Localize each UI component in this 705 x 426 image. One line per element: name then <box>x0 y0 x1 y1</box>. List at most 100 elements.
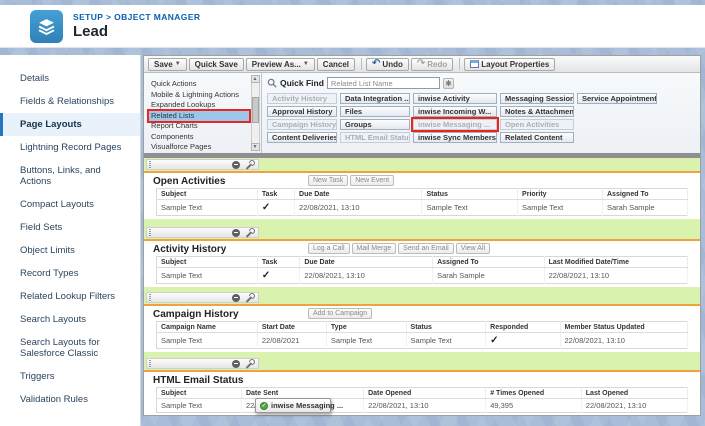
remove-related-list-icon[interactable] <box>232 229 240 237</box>
sidebar-item-field-sets[interactable]: Field Sets <box>0 216 140 239</box>
column-header: Task <box>257 189 294 200</box>
drag-ghost[interactable]: ✓ inwise Messaging ... <box>255 398 331 413</box>
scrollbar-thumb[interactable] <box>252 97 259 123</box>
palette-item-content-deliveries[interactable]: Content Deliveries <box>267 132 337 143</box>
save-button[interactable]: Save▼ <box>148 58 187 71</box>
related-list-handle[interactable] <box>146 159 259 170</box>
drop-zone[interactable] <box>144 219 700 239</box>
table-cell: 49,395 <box>486 399 582 413</box>
sample-button-new-task: New Task <box>308 175 348 186</box>
section-buttons: Log a CallMail MergeSend an EmailView Al… <box>308 243 490 254</box>
palette-category-related-lists[interactable]: Related Lists <box>149 111 249 122</box>
redo-icon: ↷ <box>417 60 425 68</box>
wrench-icon[interactable] <box>244 160 253 169</box>
palette-category-visualforce-pages[interactable]: Visualforce Pages <box>149 142 249 153</box>
palette-item-groups[interactable]: Groups <box>340 119 410 130</box>
cancel-button[interactable]: Cancel <box>317 58 355 71</box>
scroll-down-icon[interactable]: ▼ <box>251 143 260 151</box>
sidebar-item-triggers[interactable]: Triggers <box>0 365 140 388</box>
palette-item-files[interactable]: Files <box>340 106 410 117</box>
sidebar-item-fields-relationships[interactable]: Fields & Relationships <box>0 90 140 113</box>
related-list-section-html-email-status: HTML Email StatusSubjectDate SentDate Op… <box>144 372 700 415</box>
drop-zone[interactable] <box>144 158 700 171</box>
checkmark-icon: ✓ <box>257 268 299 284</box>
section-title-row: HTML Email Status <box>150 373 694 387</box>
sidebar-item-buttons-links-and-actions[interactable]: Buttons, Links, and Actions <box>0 159 140 193</box>
column-header: # Times Opened <box>486 388 582 399</box>
sidebar-item-page-layouts[interactable]: Page Layouts <box>0 113 140 136</box>
palette-item-inwise-incoming-w[interactable]: inwise Incoming W... <box>413 106 497 117</box>
palette-item-service-appointments[interactable]: Service Appointments <box>577 93 657 104</box>
related-list-section-activity-history: Activity HistoryLog a CallMail MergeSend… <box>144 241 700 287</box>
table-cell: 22/08/2021, 13:10 <box>364 399 486 413</box>
preview-as-button[interactable]: Preview As...▼ <box>246 58 315 71</box>
column-header: Status <box>422 189 518 200</box>
category-items: -------Quick ActionsMobile & Lightning A… <box>149 75 249 153</box>
wrench-icon[interactable] <box>244 359 253 368</box>
section-title-row: Activity HistoryLog a CallMail MergeSend… <box>150 242 694 256</box>
setup-header: SETUP > OBJECT MANAGER Lead <box>0 5 705 48</box>
palette-item-related-content[interactable]: Related Content <box>500 132 574 143</box>
palette-item-messaging-sessions[interactable]: Messaging Sessions <box>500 93 574 104</box>
breadcrumb[interactable]: SETUP > OBJECT MANAGER <box>73 12 200 22</box>
table-row: Sample Text22/08/2021, 13:1022/08/2021, … <box>157 399 688 413</box>
palette-category-components[interactable]: Components <box>149 132 249 143</box>
layout-canvas: Open ActivitiesNew TaskNew EventSubjectT… <box>144 158 700 415</box>
related-list-handle[interactable] <box>146 358 259 369</box>
layout-properties-button[interactable]: Layout Properties <box>464 58 555 71</box>
palette-category-expanded-lookups[interactable]: Expanded Lookups <box>149 100 249 111</box>
palette-column: Messaging SessionsNotes & AttachmentsOpe… <box>500 93 574 143</box>
related-list-handle[interactable] <box>146 227 259 238</box>
table-cell: Sample Text <box>157 200 258 216</box>
sidebar-item-search-layouts-for-salesforce-classic[interactable]: Search Layouts for Salesforce Classic <box>0 331 140 365</box>
column-header: Priority <box>518 189 603 200</box>
related-list-handle[interactable] <box>146 292 259 303</box>
toolbar-divider <box>361 58 362 70</box>
palette-item-notes-attachments[interactable]: Notes & Attachments <box>500 106 574 117</box>
scroll-up-icon[interactable]: ▲ <box>251 75 260 83</box>
quick-find-input[interactable] <box>327 77 440 89</box>
table-cell: Sarah Sample <box>433 268 545 284</box>
sample-button-add-to-campaign: Add to Campaign <box>308 308 372 319</box>
table-cell: 22/08/2021, 13:10 <box>581 399 687 413</box>
column-header: Date Opened <box>364 388 486 399</box>
palette-item-data-integration[interactable]: Data Integration ... <box>340 93 410 104</box>
clear-filter-icon[interactable]: ✱ <box>443 78 454 89</box>
palette-item-activity-history: Activity History <box>267 93 337 104</box>
wrench-icon[interactable] <box>244 228 253 237</box>
palette-category-mobile-lightning-actions[interactable]: Mobile & Lightning Actions <box>149 90 249 101</box>
column-header: Last Modified Date/Time <box>544 257 687 268</box>
palette-item-approval-history[interactable]: Approval History <box>267 106 337 117</box>
palette-item-inwise-activity[interactable]: inwise Activity <box>413 93 497 104</box>
table-row: Sample Text✓22/08/2021, 13:10Sample Text… <box>157 200 688 216</box>
quick-save-button[interactable]: Quick Save <box>189 58 244 71</box>
sidebar-item-search-layouts[interactable]: Search Layouts <box>0 308 140 331</box>
scrollbar-track[interactable] <box>251 83 260 143</box>
sidebar-item-details[interactable]: Details <box>0 67 140 90</box>
sidebar-item-record-types[interactable]: Record Types <box>0 262 140 285</box>
palette-category-report-charts[interactable]: Report Charts <box>149 121 249 132</box>
sample-table: SubjectDate SentDate Opened# Times Opene… <box>156 387 688 413</box>
drop-zone[interactable] <box>144 352 700 370</box>
sidebar-item-lightning-record-pages[interactable]: Lightning Record Pages <box>0 136 140 159</box>
wrench-icon[interactable] <box>244 293 253 302</box>
sidebar-item-related-lookup-filters[interactable]: Related Lookup Filters <box>0 285 140 308</box>
palette-category-quick-actions[interactable]: Quick Actions <box>149 79 249 90</box>
sidebar-item-validation-rules[interactable]: Validation Rules <box>0 388 140 411</box>
undo-button[interactable]: ↶Undo <box>366 58 409 71</box>
palette-item-inwise-sync-members[interactable]: inwise Sync Members <box>413 132 497 143</box>
sidebar-item-compact-layouts[interactable]: Compact Layouts <box>0 193 140 216</box>
table-row: Sample Text✓22/08/2021, 13:10Sarah Sampl… <box>157 268 688 284</box>
remove-related-list-icon[interactable] <box>232 161 240 169</box>
palette-column: Activity HistoryApproval HistoryCampaign… <box>267 93 337 143</box>
remove-related-list-icon[interactable] <box>232 360 240 368</box>
redo-button[interactable]: ↷Redo <box>411 58 453 71</box>
remove-related-list-icon[interactable] <box>232 294 240 302</box>
checkmark-icon: ✓ <box>257 200 294 216</box>
sample-button-log-a-call: Log a Call <box>308 243 350 254</box>
drop-zone[interactable] <box>144 287 700 304</box>
table-cell: 22/08/2021 <box>257 333 326 349</box>
section-buttons: New TaskNew Event <box>308 175 394 186</box>
column-header: Start Date <box>257 322 326 333</box>
sidebar-item-object-limits[interactable]: Object Limits <box>0 239 140 262</box>
